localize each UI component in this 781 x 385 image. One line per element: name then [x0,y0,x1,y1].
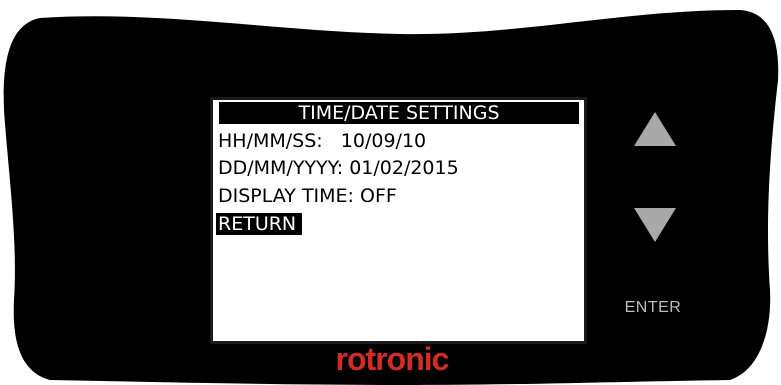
up-button[interactable] [632,110,678,148]
device-panel: TIME/DATE SETTINGS HH/MM/SS: 10/09/10 DD… [0,0,781,385]
triangle-up-icon [634,112,676,146]
rotronic-logo: rotronic [335,341,450,377]
menu-item-return[interactable]: RETURN [216,213,303,235]
menu-item-time[interactable]: HH/MM/SS: 10/09/10 [218,130,426,152]
menu-item-date[interactable]: DD/MM/YYYY: 01/02/2015 [218,157,459,179]
down-button[interactable] [632,206,678,244]
screen-title: TIME/DATE SETTINGS [219,102,579,124]
lcd-screen: TIME/DATE SETTINGS HH/MM/SS: 10/09/10 DD… [210,97,587,344]
enter-button[interactable]: ENTER [614,299,692,317]
triangle-down-icon [634,208,676,242]
menu-item-display-time[interactable]: DISPLAY TIME: OFF [218,185,397,207]
